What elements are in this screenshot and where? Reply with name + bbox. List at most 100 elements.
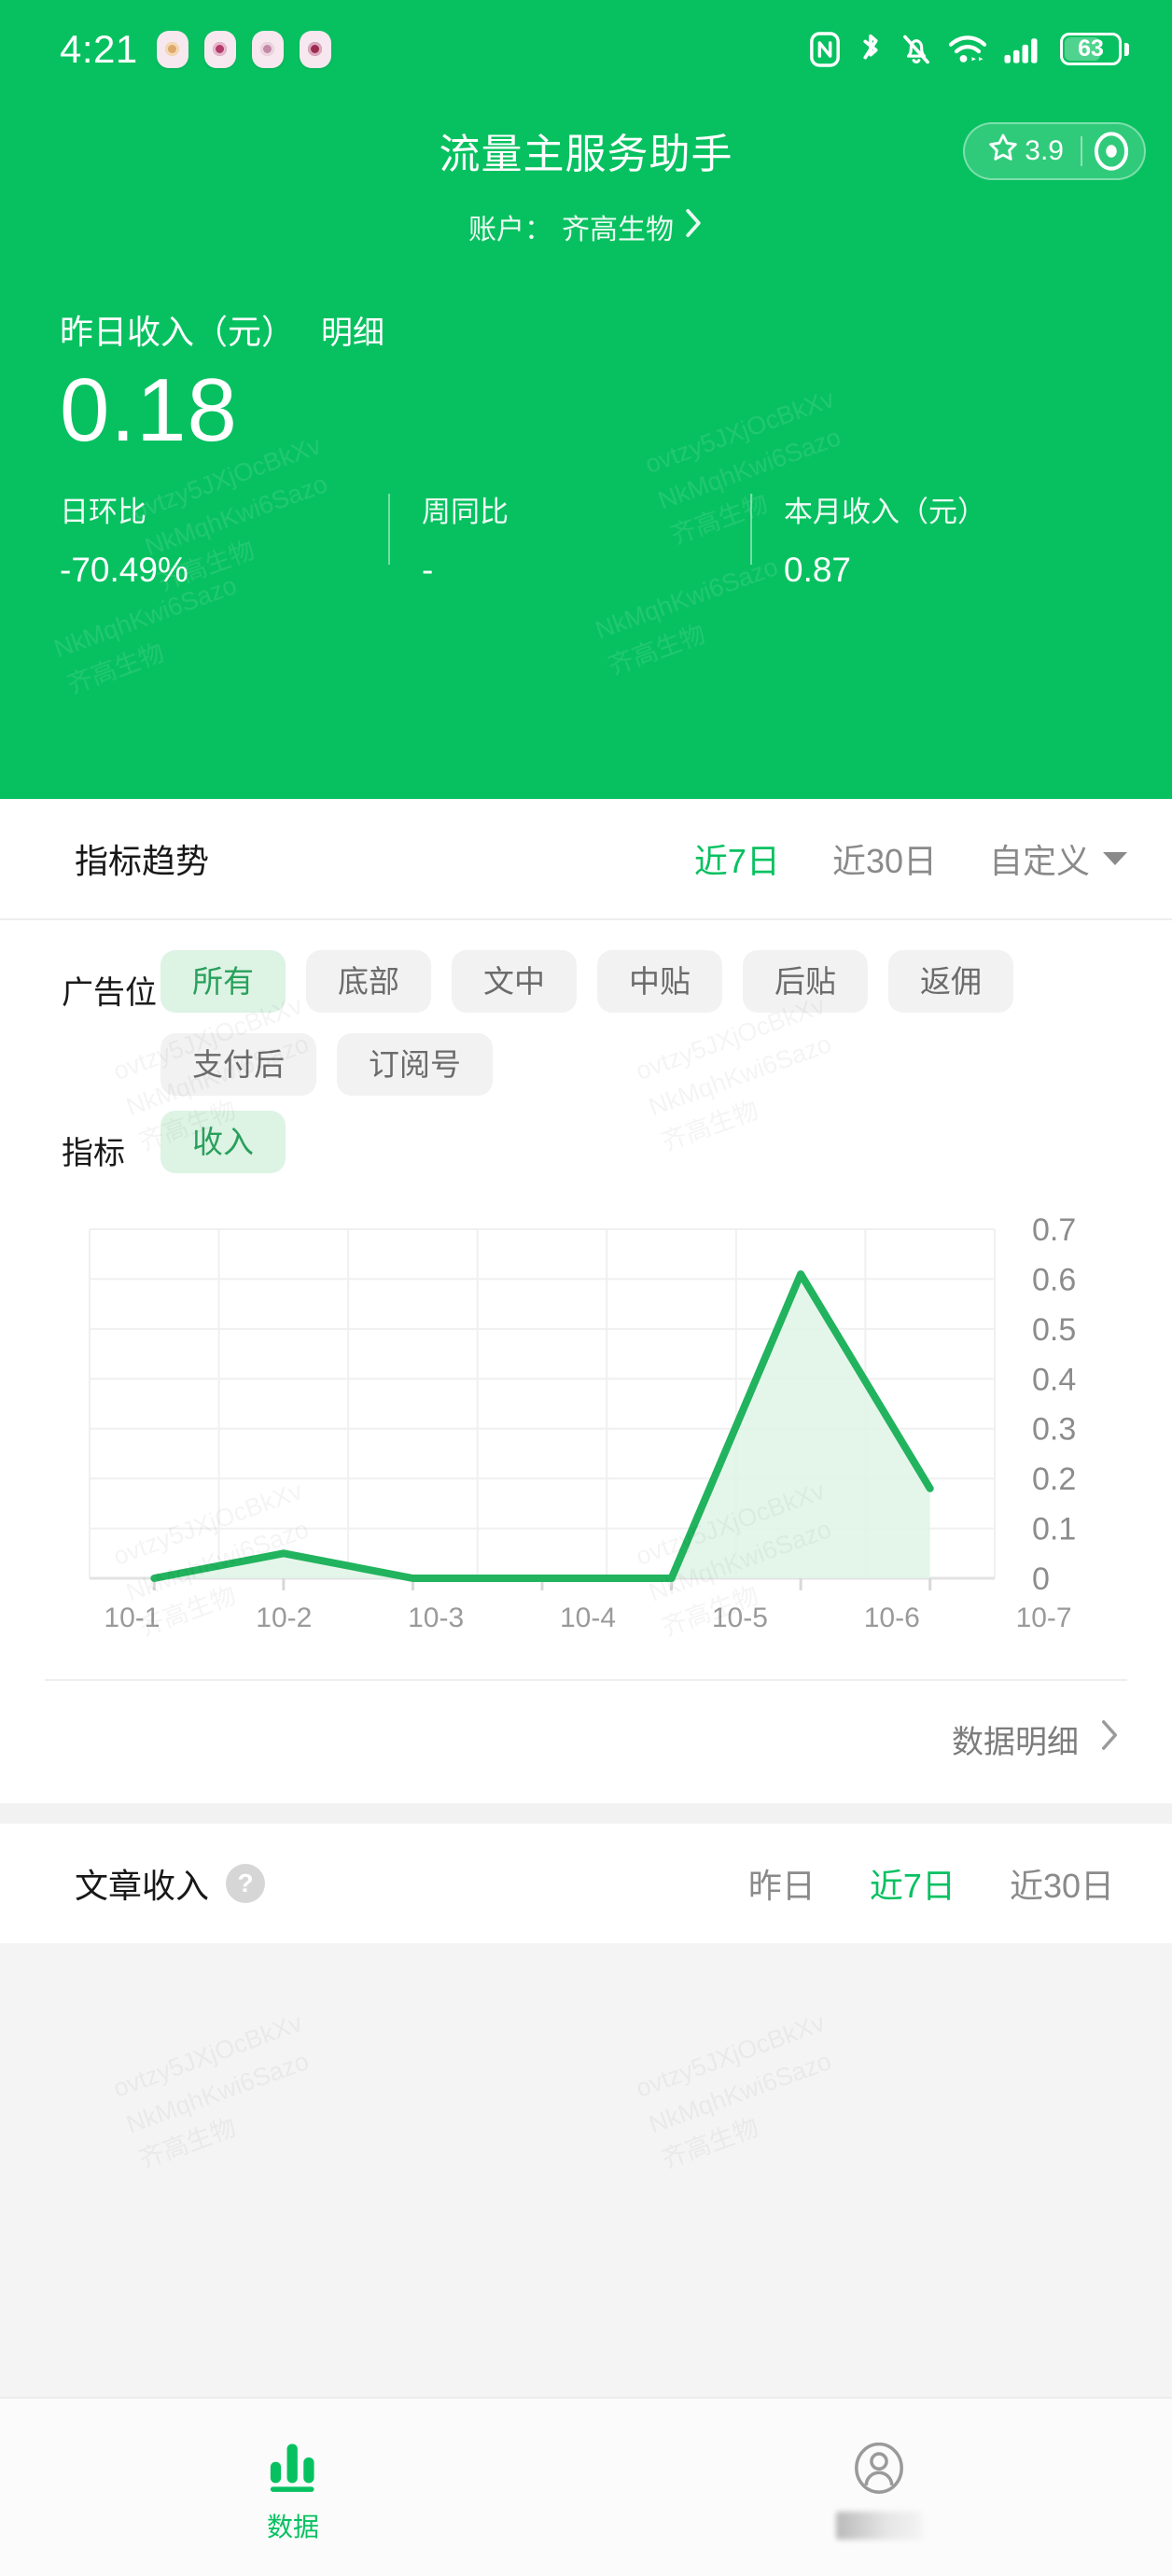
article-income-title-group: 文章收入 ? (75, 1859, 266, 1908)
section-gap (0, 1803, 1172, 1824)
star-icon (987, 132, 1019, 171)
data-detail-label: 数据明细 (952, 1725, 1079, 1760)
rating-button[interactable]: 3.9 (969, 132, 1081, 171)
miniprogram-capsule[interactable]: 3.9 (963, 122, 1146, 180)
filter-row-ad-slot: 广告位 所有 底部 文中 中贴 后贴 返佣 支付后 订阅号 (37, 950, 1135, 1096)
header-panel: 4:21 63 流量主服务助手 3.9 账户： 齐高生物 昨日收入（元） 明细 … (0, 0, 1172, 799)
notification-badge-icon (156, 30, 188, 68)
chip-income[interactable]: 收入 (160, 1111, 286, 1173)
watermark: ovtzy5JXjOcBkXvNkMqhKwi6Sazo齐高生物 (631, 2004, 857, 2178)
trend-card: 指标趋势 近7日 近30日 自定义 广告位 所有 底部 文中 中贴 后贴 返佣 … (0, 799, 1172, 1803)
chip-after-payment[interactable]: 支付后 (160, 1033, 316, 1096)
stat-value: -70.49% (60, 551, 188, 590)
article-income-header: 文章收入 ? 昨日 近7日 近30日 (0, 1824, 1172, 1943)
tab-last-7-days[interactable]: 近7日 (694, 834, 780, 883)
stat-item: 周同比 - (388, 488, 750, 590)
nfc-icon (809, 31, 841, 68)
bar-chart-icon (267, 2436, 319, 2494)
trend-header: 指标趋势 近7日 近30日 自定义 (0, 799, 1172, 918)
target-icon (1094, 132, 1129, 171)
tab-data[interactable]: 数据 (0, 2399, 586, 2576)
article-income-title: 文章收入 (75, 1867, 210, 1905)
tab-profile-label (836, 2512, 922, 2540)
trend-range-tabs: 近7日 近30日 自定义 (694, 834, 1127, 883)
income-label: 昨日收入（元） (60, 313, 296, 351)
chip-post-roll[interactable]: 后贴 (743, 950, 868, 1013)
stats-row: 日环比 -70.49% 周同比 - 本月收入（元） 0.87 (0, 488, 1172, 590)
stat-value: - (422, 551, 434, 590)
chip-mid-roll[interactable]: 中贴 (597, 950, 722, 1013)
rating-value: 3.9 (1025, 135, 1064, 166)
stat-label: 日环比 (60, 496, 146, 529)
app-screen: 4:21 63 流量主服务助手 3.9 账户： 齐高生物 昨日收入（元） 明细 … (0, 0, 1172, 2576)
stat-item: 日环比 -70.49% (60, 488, 388, 590)
income-detail-link[interactable]: 明细 (321, 307, 384, 353)
battery-icon: 63 (1060, 33, 1129, 65)
help-icon[interactable]: ? (226, 1864, 266, 1903)
person-icon (853, 2441, 905, 2499)
trend-title: 指标趋势 (75, 842, 210, 880)
wifi-icon (948, 34, 987, 65)
signal-icon (1003, 34, 1044, 65)
tab-last-7-days[interactable]: 近7日 (870, 1859, 956, 1908)
trend-chart-svg: 0 0.1 0.2 0.3 0.4 0.5 0.6 0.7 (89, 1214, 1076, 1597)
status-bar: 4:21 63 (0, 0, 1172, 98)
tab-profile[interactable] (586, 2399, 1172, 2576)
trend-chart: 0 0.1 0.2 0.3 0.4 0.5 0.6 0.7 (0, 1188, 1172, 1599)
chart-y-tick: 0.4 (1032, 1362, 1076, 1397)
tab-custom-range[interactable]: 自定义 (989, 834, 1127, 883)
tab-last-30-days[interactable]: 近30日 (1010, 1859, 1114, 1908)
target-button[interactable] (1082, 131, 1140, 172)
income-label-row: 昨日收入（元） 明细 (60, 305, 1112, 354)
chip-group-ad-slot: 所有 底部 文中 中贴 后贴 返佣 支付后 订阅号 (160, 950, 1135, 1096)
filter-label-ad-slot: 广告位 (62, 975, 157, 1011)
notification-badge-icon (203, 30, 236, 68)
bottom-tab-bar: 数据 (0, 2397, 1172, 2576)
chart-y-tick: 0.6 (1032, 1262, 1076, 1297)
status-bar-right: 63 (809, 31, 1129, 68)
tab-yesterday[interactable]: 昨日 (748, 1859, 816, 1908)
chart-y-tick: 0.7 (1032, 1214, 1076, 1248)
chart-y-tick: 0.2 (1032, 1462, 1076, 1497)
article-income-card: 文章收入 ? 昨日 近7日 近30日 (0, 1824, 1172, 1943)
tab-data-label: 数据 (266, 2513, 319, 2541)
chevron-right-icon (1099, 1718, 1120, 1760)
stat-label: 周同比 (422, 496, 509, 529)
article-income-tabs: 昨日 近7日 近30日 (748, 1859, 1114, 1908)
chip-bottom[interactable]: 底部 (306, 950, 431, 1013)
battery-level: 63 (1078, 35, 1104, 62)
stat-label: 本月收入（元） (784, 496, 986, 529)
filter-section: 广告位 所有 底部 文中 中贴 后贴 返佣 支付后 订阅号 指标 收入 (0, 920, 1172, 1188)
chevron-right-icon (683, 208, 704, 245)
income-value: 0.18 (60, 360, 238, 460)
data-detail-link[interactable]: 数据明细 (0, 1681, 1172, 1803)
tab-last-30-days[interactable]: 近30日 (832, 834, 937, 883)
account-name: 齐高生物 (562, 215, 674, 245)
filter-label-metric: 指标 (62, 1136, 125, 1171)
watermark: ovtzy5JXjOcBkXvNkMqhKwi6Sazo齐高生物 (108, 2004, 334, 2178)
chart-y-tick: 0.5 (1032, 1312, 1076, 1348)
chip-group-metric: 收入 (160, 1111, 286, 1173)
mute-icon (900, 31, 932, 68)
income-block: 昨日收入（元） 明细 0.18 (0, 247, 1172, 462)
status-time: 4:21 (60, 26, 138, 71)
page-title: 流量主服务助手 (439, 132, 733, 177)
chip-all[interactable]: 所有 (160, 950, 286, 1013)
stat-value: 0.87 (784, 551, 852, 590)
chart-y-tick: 0.3 (1032, 1412, 1076, 1448)
status-bar-left: 4:21 (60, 26, 331, 71)
account-selector[interactable]: 账户： 齐高生物 (0, 203, 1172, 247)
account-label: 账户： (468, 215, 552, 245)
chevron-down-icon (1103, 852, 1127, 865)
stat-item: 本月收入（元） 0.87 (750, 488, 1112, 590)
tab-custom-label: 自定义 (988, 842, 1090, 880)
notification-dots (156, 30, 331, 68)
chip-subscription-account[interactable]: 订阅号 (337, 1033, 493, 1096)
notification-badge-icon (251, 30, 284, 68)
filter-row-metric: 指标 收入 (37, 1111, 1135, 1173)
notification-badge-icon (299, 30, 331, 68)
chip-commission[interactable]: 返佣 (888, 950, 1013, 1013)
title-bar: 流量主服务助手 3.9 (0, 98, 1172, 203)
chart-y-tick: 0.1 (1032, 1512, 1076, 1547)
chip-in-text[interactable]: 文中 (452, 950, 577, 1013)
